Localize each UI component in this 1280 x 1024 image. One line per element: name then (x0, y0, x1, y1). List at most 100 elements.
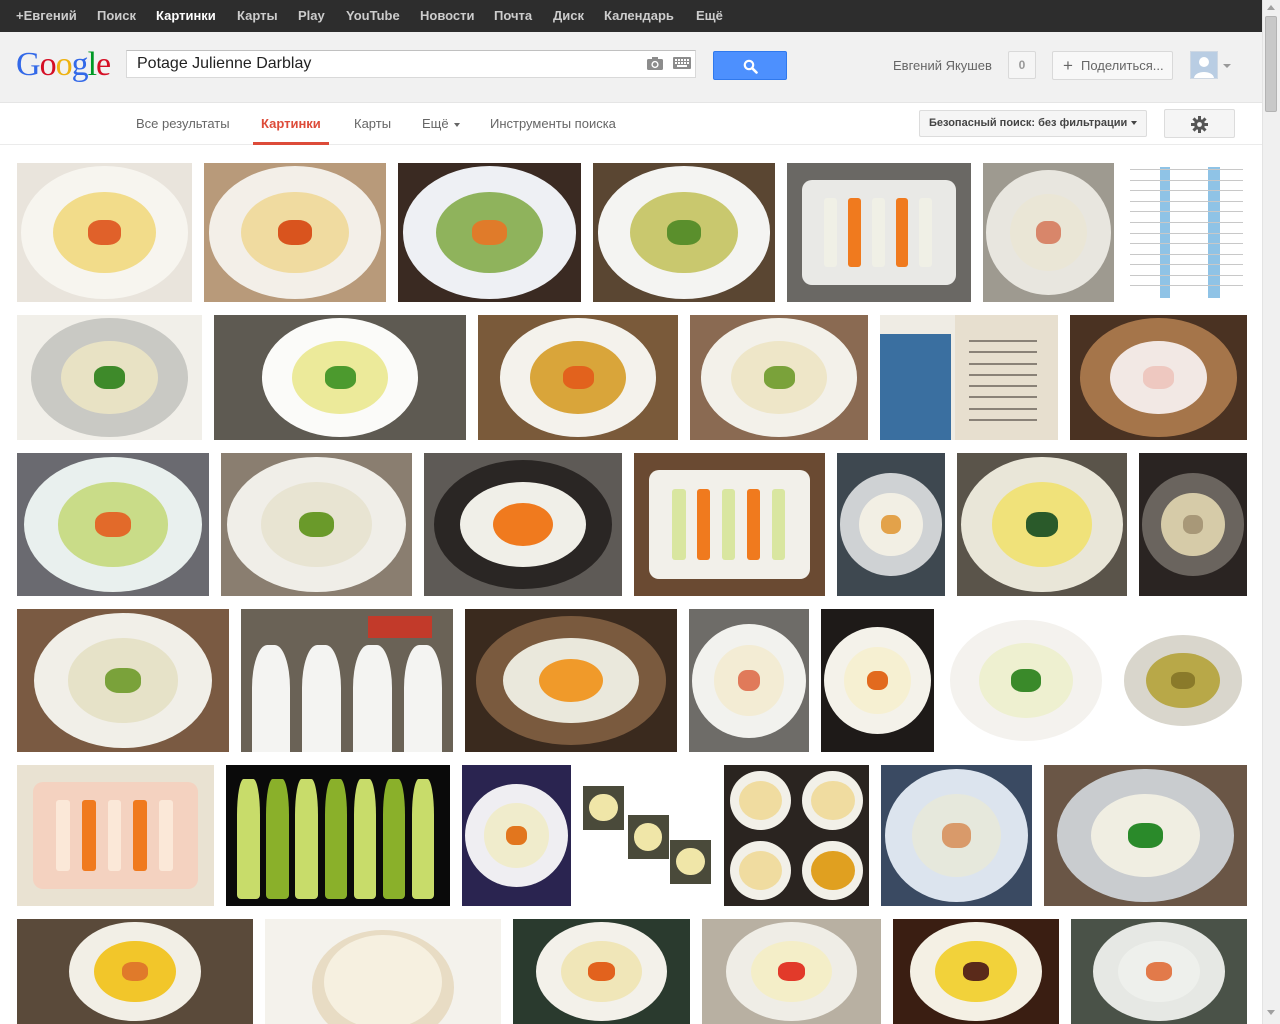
vegetable-julienne (56, 800, 71, 871)
tab-2[interactable]: Карты (354, 103, 391, 144)
image-result-thumbnail[interactable] (1044, 765, 1247, 906)
image-result-thumbnail[interactable] (17, 315, 202, 440)
scrollbar-thumb[interactable] (1265, 16, 1277, 112)
image-result-thumbnail[interactable] (398, 163, 581, 302)
search-box[interactable] (126, 50, 696, 78)
topnav-item-6[interactable]: Новости (420, 0, 475, 32)
topnav-item-5[interactable]: YouTube (346, 0, 400, 32)
tab-label: Все результаты (136, 116, 230, 131)
topnav-item-0[interactable]: +Евгений (16, 0, 77, 32)
image-result-thumbnail[interactable] (724, 765, 869, 906)
camera-icon[interactable] (646, 56, 664, 71)
celery-stalk (266, 779, 289, 899)
vegetable-julienne (721, 488, 736, 561)
image-result-thumbnail[interactable] (478, 315, 678, 440)
chef-figure (353, 644, 392, 752)
image-result-thumbnail[interactable] (465, 609, 677, 752)
image-result-thumbnail[interactable] (1126, 163, 1247, 302)
image-result-thumbnail[interactable] (241, 609, 453, 752)
tab-0[interactable]: Все результаты (136, 103, 230, 144)
image-result-thumbnail[interactable] (1119, 633, 1247, 728)
topnav-item-2[interactable]: Картинки (156, 0, 216, 32)
image-result-thumbnail[interactable] (17, 163, 192, 302)
image-result-thumbnail[interactable] (837, 453, 945, 596)
image-result-thumbnail[interactable] (17, 453, 209, 596)
garnish (588, 962, 615, 981)
tab-1[interactable]: Картинки (253, 103, 329, 145)
topnav-item-7[interactable]: Почта (494, 0, 532, 32)
image-result-thumbnail[interactable] (634, 453, 825, 596)
spreadsheet-row (1130, 253, 1243, 255)
image-result-thumbnail[interactable] (265, 919, 501, 1024)
tab-3[interactable]: Ещё (422, 103, 460, 144)
image-result-thumbnail[interactable] (893, 919, 1059, 1024)
image-result-thumbnail[interactable] (690, 315, 868, 440)
image-result-thumbnail[interactable] (17, 609, 229, 752)
garnish (1182, 514, 1204, 535)
image-result-thumbnail[interactable] (821, 609, 934, 752)
notifications-count[interactable]: 0 (1008, 51, 1036, 79)
garnish (493, 503, 553, 546)
image-result-thumbnail[interactable] (513, 919, 690, 1024)
google-logo[interactable]: Google (16, 46, 111, 84)
settings-button[interactable] (1164, 109, 1235, 138)
scrollbar[interactable] (1262, 0, 1280, 1024)
garnish (506, 825, 527, 846)
topnav-item-8[interactable]: Диск (553, 0, 584, 32)
avatar[interactable] (1190, 51, 1218, 79)
spreadsheet-row (1130, 179, 1243, 181)
topnav-item-1[interactable]: Поиск (97, 0, 136, 32)
safe-search-dropdown[interactable]: Безопасный поиск: без фильтрации (919, 110, 1147, 137)
image-result-thumbnail[interactable] (17, 919, 253, 1024)
image-result-thumbnail[interactable] (17, 765, 214, 906)
image-result-thumbnail[interactable] (1139, 453, 1247, 596)
spreadsheet-row (1130, 285, 1243, 287)
tab-4[interactable]: Инструменты поиска (490, 103, 616, 144)
cake-meringue (324, 934, 442, 1024)
image-result-thumbnail[interactable] (593, 163, 775, 302)
search-input[interactable] (127, 51, 637, 77)
image-result-thumbnail[interactable] (880, 315, 1058, 440)
garnish (1036, 220, 1061, 245)
soup-bowl (676, 847, 705, 876)
menu-text-line (969, 385, 1037, 387)
image-result-thumbnail[interactable] (583, 786, 711, 884)
vegetable-julienne (107, 800, 122, 871)
topnav-item-4[interactable]: Play (298, 0, 325, 32)
gear-icon (1191, 116, 1208, 133)
image-result-thumbnail[interactable] (226, 765, 450, 906)
search-button[interactable] (713, 51, 787, 80)
account-menu-caret-icon[interactable] (1223, 64, 1231, 68)
vegetable-julienne (82, 800, 96, 871)
tab-label: Картинки (261, 116, 321, 131)
topnav-item-3[interactable]: Карты (237, 0, 278, 32)
tab-label: Ещё (422, 116, 449, 131)
scroll-down-arrow-icon[interactable] (1267, 1010, 1275, 1015)
image-result-thumbnail[interactable] (424, 453, 622, 596)
image-result-thumbnail[interactable] (221, 453, 412, 596)
keyboard-icon[interactable] (673, 57, 691, 69)
image-result-thumbnail[interactable] (204, 163, 386, 302)
image-result-thumbnail[interactable] (462, 765, 571, 906)
image-result-thumbnail[interactable] (1070, 315, 1247, 440)
image-result-thumbnail[interactable] (946, 617, 1106, 744)
garnish (105, 667, 141, 694)
garnish (1171, 672, 1195, 689)
garnish (298, 511, 335, 538)
share-button[interactable]: + Поделиться... (1052, 51, 1173, 80)
image-result-thumbnail[interactable] (983, 163, 1114, 302)
scroll-up-arrow-icon[interactable] (1267, 5, 1275, 10)
user-name[interactable]: Евгений Якушев (893, 58, 992, 73)
topnav-item-10[interactable]: Ещё (696, 0, 723, 32)
image-result-thumbnail[interactable] (702, 919, 881, 1024)
image-result-thumbnail[interactable] (689, 609, 809, 752)
image-result-thumbnail[interactable] (957, 453, 1127, 596)
image-result-thumbnail[interactable] (881, 765, 1032, 906)
image-result-thumbnail[interactable] (214, 315, 466, 440)
topnav-item-9[interactable]: Календарь (604, 0, 674, 32)
spreadsheet-row (1130, 274, 1243, 276)
soup-bowl (634, 823, 663, 851)
image-result-thumbnail[interactable] (1071, 919, 1247, 1024)
image-result-thumbnail[interactable] (787, 163, 971, 302)
chef-figure (404, 644, 443, 752)
